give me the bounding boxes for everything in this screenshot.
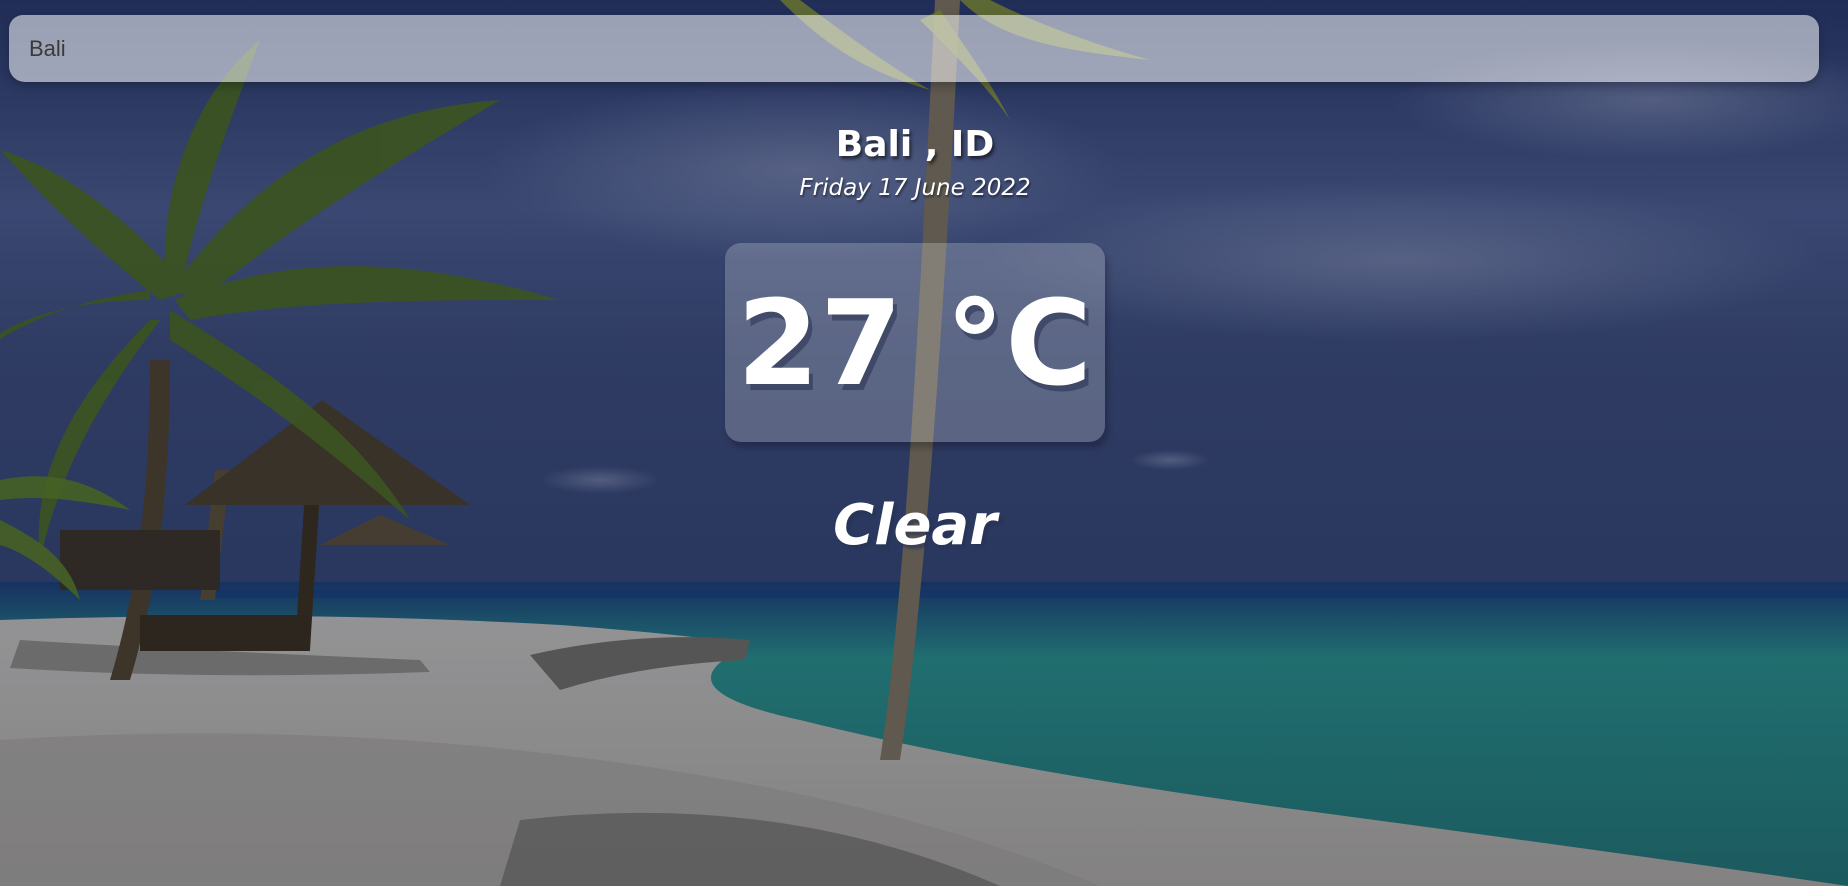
temperature-value: 27 °C: [737, 273, 1093, 412]
weather-app: Bali , ID Friday 17 June 2022 27 °C Clea…: [0, 0, 1848, 886]
current-date: Friday 17 June 2022: [799, 175, 1031, 201]
weather-condition: Clear: [833, 493, 997, 558]
temperature-card: 27 °C: [725, 243, 1105, 442]
search-input[interactable]: [9, 15, 1819, 82]
location-title: Bali , ID: [835, 124, 995, 165]
